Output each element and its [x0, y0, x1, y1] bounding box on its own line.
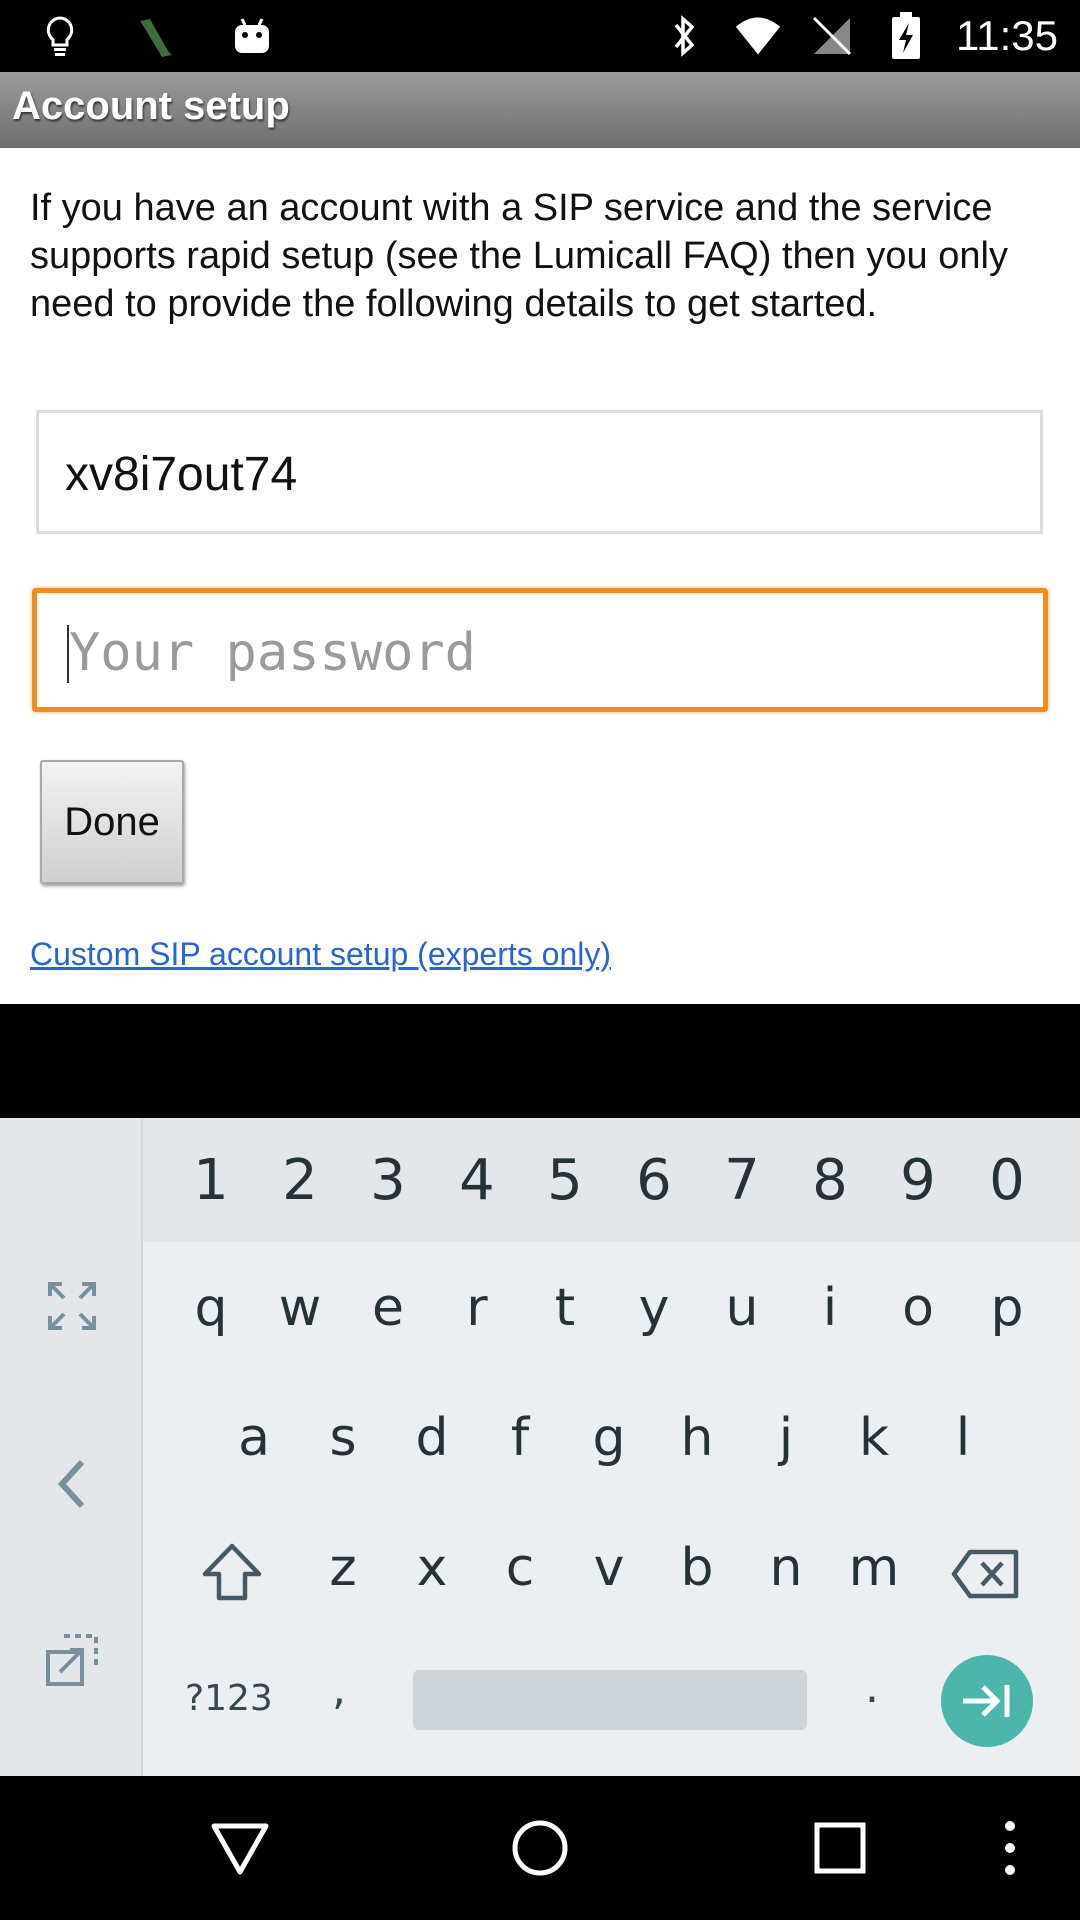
- key-o[interactable]: o: [874, 1278, 962, 1338]
- key-5[interactable]: 5: [521, 1148, 609, 1213]
- overflow-menu-icon[interactable]: [980, 1808, 1040, 1888]
- keyboard-side-panel: [0, 1118, 143, 1776]
- key-w[interactable]: w: [256, 1278, 344, 1338]
- key-m[interactable]: m: [830, 1538, 918, 1598]
- shift-icon[interactable]: [196, 1536, 268, 1608]
- key-y[interactable]: y: [610, 1278, 698, 1338]
- backspace-icon[interactable]: [948, 1538, 1024, 1610]
- key-c[interactable]: c: [476, 1538, 564, 1598]
- key-i[interactable]: i: [786, 1278, 874, 1338]
- key-h[interactable]: h: [653, 1408, 741, 1468]
- key-l[interactable]: l: [919, 1408, 1007, 1468]
- wifi-icon: [734, 11, 782, 61]
- navigation-bar: [0, 1776, 1080, 1920]
- app-icon: [132, 12, 180, 62]
- lightbulb-icon: [36, 12, 84, 62]
- key-2[interactable]: 2: [256, 1148, 344, 1213]
- key-z[interactable]: z: [299, 1538, 387, 1598]
- username-value: xv8i7out74: [65, 448, 298, 501]
- key-n[interactable]: n: [742, 1538, 830, 1598]
- key-9[interactable]: 9: [874, 1148, 962, 1213]
- custom-sip-setup-link[interactable]: Custom SIP account setup (experts only): [30, 936, 611, 973]
- key-b[interactable]: b: [653, 1538, 741, 1598]
- password-input[interactable]: Your password: [32, 588, 1048, 712]
- symbols-key[interactable]: ?123: [185, 1678, 273, 1719]
- android-icon: [228, 12, 276, 62]
- account-setup-form: If you have an account with a SIP servic…: [0, 148, 1080, 1004]
- key-period[interactable]: .: [865, 1662, 879, 1713]
- tab-next-icon: [963, 1685, 1010, 1717]
- key-r[interactable]: r: [433, 1278, 521, 1338]
- key-0[interactable]: 0: [963, 1148, 1051, 1213]
- key-comma[interactable]: ,: [332, 1664, 346, 1715]
- key-p[interactable]: p: [963, 1278, 1051, 1338]
- key-g[interactable]: g: [565, 1408, 653, 1468]
- key-8[interactable]: 8: [786, 1148, 874, 1213]
- key-6[interactable]: 6: [610, 1148, 698, 1213]
- bluetooth-icon: [660, 11, 708, 61]
- next-key[interactable]: [941, 1655, 1033, 1747]
- password-placeholder: Your password: [69, 623, 476, 683]
- key-u[interactable]: u: [698, 1278, 786, 1338]
- key-t[interactable]: t: [521, 1278, 609, 1338]
- no-sim-icon: [808, 11, 856, 61]
- status-bar: 11:35: [0, 0, 1080, 72]
- home-icon[interactable]: [500, 1808, 580, 1888]
- undock-icon[interactable]: [36, 1624, 108, 1696]
- key-3[interactable]: 3: [344, 1148, 432, 1213]
- intro-text: If you have an account with a SIP servic…: [30, 187, 1008, 325]
- recents-icon[interactable]: [800, 1808, 880, 1888]
- done-button[interactable]: Done: [40, 760, 184, 884]
- key-1[interactable]: 1: [167, 1148, 255, 1213]
- space-key[interactable]: [413, 1670, 807, 1730]
- key-e[interactable]: e: [344, 1278, 432, 1338]
- page-title: Account setup: [12, 84, 290, 128]
- key-d[interactable]: d: [388, 1408, 476, 1468]
- battery-charging-icon: [882, 11, 930, 61]
- status-clock: 11:35: [956, 12, 1058, 59]
- key-q[interactable]: q: [167, 1278, 255, 1338]
- key-x[interactable]: x: [388, 1538, 476, 1598]
- title-bar: Account setup: [0, 72, 1080, 148]
- key-f[interactable]: f: [476, 1408, 564, 1468]
- fullscreen-icon[interactable]: [36, 1270, 108, 1342]
- key-a[interactable]: a: [210, 1408, 298, 1468]
- chevron-left-icon[interactable]: [36, 1448, 108, 1520]
- key-j[interactable]: j: [742, 1408, 830, 1468]
- key-4[interactable]: 4: [433, 1148, 521, 1213]
- key-7[interactable]: 7: [698, 1148, 786, 1213]
- back-icon[interactable]: [200, 1808, 280, 1888]
- key-v[interactable]: v: [565, 1538, 653, 1598]
- username-input[interactable]: xv8i7out74: [36, 410, 1043, 534]
- key-k[interactable]: k: [830, 1408, 918, 1468]
- key-s[interactable]: s: [299, 1408, 387, 1468]
- soft-keyboard: 1 2 3 4 5 6 7 8 9 0 q w e r t y u i o p …: [0, 1118, 1080, 1776]
